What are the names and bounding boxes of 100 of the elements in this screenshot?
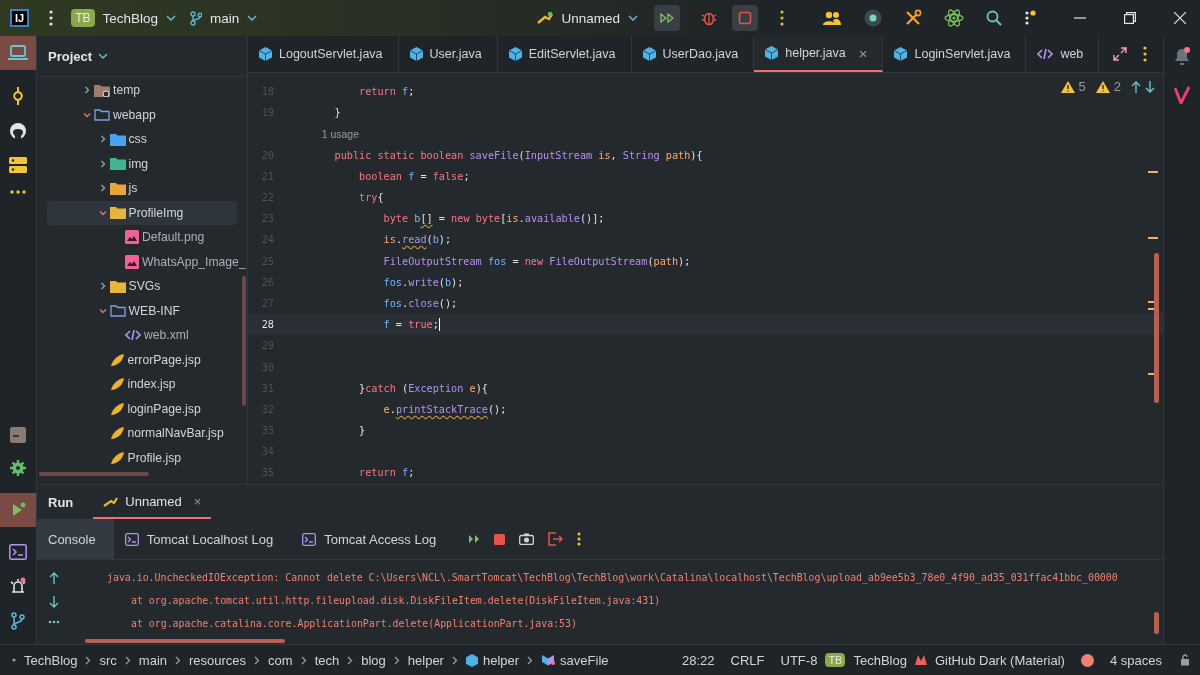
console-tab[interactable]: Tomcat Access Log [291,519,455,559]
chevron-icon[interactable] [83,86,91,95]
bell-icon[interactable] [1173,46,1191,66]
more-icon[interactable] [49,10,54,26]
warning-count[interactable]: 2 [1113,79,1121,94]
chevron-icon[interactable] [98,282,107,291]
file-encoding[interactable]: UTF-8 [780,652,818,668]
tree-item[interactable]: WhatsApp_Image_ [47,249,246,274]
breadcrumb[interactable]: main [138,652,167,668]
scrollbar-thumb[interactable] [39,472,149,476]
more-icon[interactable] [1143,46,1147,62]
arrow-down-icon[interactable] [49,596,59,608]
tree-item[interactable]: normalNavBar.jsp [47,421,246,446]
services-icon[interactable] [9,157,27,173]
breadcrumb[interactable]: blog [361,652,386,668]
camera-icon[interactable] [519,533,535,545]
restore-icon[interactable] [1124,12,1136,24]
tools-icon[interactable] [904,9,922,27]
arrow-down-icon[interactable] [1145,80,1155,93]
editor-tab[interactable]: User.java [398,36,498,72]
scrollbar-thumb[interactable] [85,639,285,643]
search-icon[interactable] [986,10,1002,26]
tree-item[interactable]: Profile.jsp [47,445,246,470]
breadcrumb[interactable]: helper [407,652,444,668]
breadcrumb[interactable]: helper [465,652,520,668]
warning-count[interactable]: 5 [1078,79,1086,94]
branch-selector[interactable]: main [210,10,240,26]
run-button[interactable] [654,5,680,31]
console-tab[interactable]: Console [37,519,114,559]
commit-icon[interactable] [11,87,25,105]
people-icon[interactable] [822,11,842,25]
project-selector[interactable]: TechBlog [102,10,159,26]
tree-item[interactable]: temp [47,78,246,103]
editor-tab[interactable]: LogoutServlet.java [248,36,399,72]
run-tool-button[interactable] [0,493,36,527]
tree-item[interactable]: index.jsp [47,372,246,397]
chevron-icon[interactable] [83,110,91,119]
tree-item[interactable]: webapp [47,102,246,127]
arrow-up-icon[interactable] [49,572,59,584]
project-name[interactable]: TechBlog [853,652,907,668]
bug-icon[interactable] [702,10,716,26]
chevron-icon[interactable] [98,184,107,193]
alert-icon[interactable] [9,577,27,595]
stop-icon[interactable] [494,533,506,545]
tree-item[interactable]: css [47,127,246,152]
record-icon[interactable] [864,9,882,27]
panel-title[interactable]: Project [48,48,93,64]
atom-icon[interactable] [944,8,964,28]
tree-item[interactable]: loginPage.jsp [47,396,246,421]
tree-item[interactable]: Default.png [47,225,246,250]
editor-tab[interactable]: helper.java × [754,36,884,72]
app-logo[interactable]: IJ [10,9,30,27]
chevron-icon[interactable] [98,159,107,168]
editor-tab[interactable]: EditServlet.java [497,36,632,72]
scrollbar-thumb[interactable] [1154,253,1159,403]
line-ending[interactable]: CRLF [730,652,765,668]
chevron-icon[interactable] [98,208,107,217]
more-icon[interactable] [1024,10,1036,26]
stop-button[interactable] [732,5,758,31]
close-icon[interactable] [1174,12,1186,24]
run-config-selector[interactable]: Unnamed [561,10,620,26]
breadcrumb[interactable]: resources [189,652,247,668]
expand-icon[interactable] [1113,47,1127,61]
more-icon[interactable] [10,190,26,194]
chevron-icon[interactable] [98,135,107,144]
console-tab[interactable]: Tomcat Localhost Log [113,519,292,559]
exit-icon[interactable] [548,532,564,546]
gear-icon[interactable] [10,460,26,476]
chevron-icon[interactable] [98,306,107,315]
indent-setting[interactable]: 4 spaces [1109,652,1162,668]
lock-icon[interactable] [1180,654,1190,666]
status-dot-icon[interactable] [1080,653,1094,667]
checkmark-icon[interactable] [1174,86,1190,104]
theme-name[interactable]: GitHub Dark (Material) [934,652,1065,668]
project-tool-button[interactable] [0,36,36,70]
arrow-up-icon[interactable] [1131,80,1141,93]
breadcrumb[interactable]: com [268,652,293,668]
breadcrumb[interactable]: TechBlog [24,652,78,668]
rerun-icon[interactable] [468,534,481,544]
terminal-icon[interactable] [9,544,27,560]
breadcrumb[interactable]: saveFile [541,652,609,668]
tree-item[interactable]: js [47,176,246,201]
editor-tab[interactable]: web [1026,36,1100,72]
tree-item[interactable]: WEB-INF [47,298,246,323]
tree-item[interactable]: img [47,151,246,176]
tree-item[interactable]: SVGs [47,274,246,299]
scrollbar-thumb[interactable] [242,276,246,406]
scrollbar-thumb[interactable] [1154,612,1159,634]
usage-hint[interactable]: 1 usage [310,127,360,140]
more-icon[interactable] [577,532,582,546]
more-icon[interactable] [48,620,60,624]
breadcrumb[interactable]: src [99,652,117,668]
editor-tab[interactable]: LoginServlet.java [883,36,1027,72]
tree-item[interactable]: errorPage.jsp [47,347,246,372]
more-icon[interactable] [780,10,784,26]
cursor-position[interactable]: 28:22 [682,652,715,668]
tree-item[interactable]: ProfileImg [47,200,237,225]
tree-item[interactable]: web.xml [47,323,246,348]
branch-icon[interactable] [11,612,25,630]
breadcrumb[interactable]: tech [314,652,340,668]
